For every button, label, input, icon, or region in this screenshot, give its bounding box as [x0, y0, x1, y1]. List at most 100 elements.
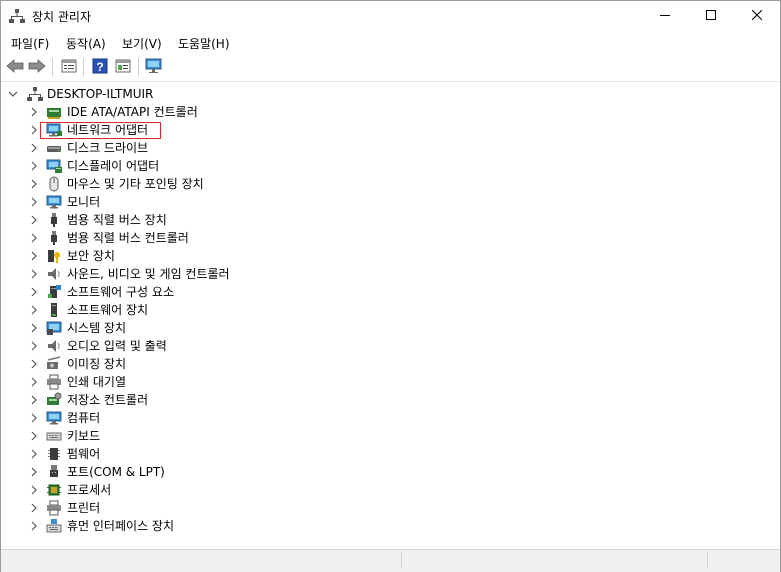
- tree-root-row[interactable]: DESKTOP-ILTMUIR: [1, 85, 780, 103]
- maximize-icon: [706, 9, 716, 23]
- display-adapter-icon: [46, 158, 62, 174]
- tree-item[interactable]: 시스템 장치: [1, 319, 780, 337]
- tree-item[interactable]: 마우스 및 기타 포인팅 장치: [1, 175, 780, 193]
- tree-item[interactable]: 보안 장치: [1, 247, 780, 265]
- chevron-right-icon[interactable]: [29, 319, 39, 337]
- tree-item[interactable]: 디스플레이 어댑터: [1, 157, 780, 175]
- chevron-right-icon[interactable]: [29, 517, 39, 535]
- tree-item[interactable]: 프로세서: [1, 481, 780, 499]
- mouse-icon: [46, 176, 62, 192]
- tree-item[interactable]: 휴먼 인터페이스 장치: [1, 517, 780, 535]
- tree-item-label: 보안 장치: [67, 249, 115, 263]
- menu-bar: 파일(F) 동작(A) 보기(V) 도움말(H): [1, 31, 780, 53]
- chevron-right-icon[interactable]: [29, 229, 39, 247]
- software-component-icon: [46, 284, 62, 300]
- tree-item[interactable]: IDE ATA/ATAPI 컨트롤러: [1, 103, 780, 121]
- chevron-right-icon[interactable]: [29, 445, 39, 463]
- minimize-icon: [660, 9, 670, 23]
- tree-item[interactable]: 포트(COM & LPT): [1, 463, 780, 481]
- chevron-right-icon[interactable]: [29, 211, 39, 229]
- chevron-right-icon[interactable]: [29, 283, 39, 301]
- chevron-right-icon[interactable]: [29, 175, 39, 193]
- chevron-right-icon[interactable]: [29, 427, 39, 445]
- tree-item[interactable]: 소프트웨어 장치: [1, 301, 780, 319]
- chevron-right-icon[interactable]: [29, 373, 39, 391]
- scan-hardware-button[interactable]: [144, 57, 164, 77]
- chevron-right-icon[interactable]: [29, 409, 39, 427]
- tree-item[interactable]: 오디오 입력 및 출력: [1, 337, 780, 355]
- toolbar-separator: [52, 58, 53, 76]
- tree-item-label: 디스플레이 어댑터: [67, 159, 160, 173]
- tree-item-label: 인쇄 대기열: [67, 375, 127, 389]
- tree-item[interactable]: 펌웨어: [1, 445, 780, 463]
- maximize-button[interactable]: [688, 1, 734, 31]
- chevron-right-icon[interactable]: [29, 481, 39, 499]
- view-panel-icon: [115, 58, 131, 77]
- chevron-right-icon[interactable]: [29, 193, 39, 211]
- chevron-right-icon[interactable]: [29, 301, 39, 319]
- tree-item[interactable]: 인쇄 대기열: [1, 373, 780, 391]
- tree-item[interactable]: 컴퓨터: [1, 409, 780, 427]
- menu-action[interactable]: 동작(A): [66, 35, 106, 52]
- status-segment: [401, 552, 402, 569]
- device-manager-app-icon: [9, 8, 25, 24]
- menu-help[interactable]: 도움말(H): [178, 35, 230, 52]
- window-title: 장치 관리자: [32, 10, 92, 24]
- printer-icon: [46, 374, 62, 390]
- tree-item-label: 소프트웨어 구성 요소: [67, 285, 174, 299]
- tree-item-label: 소프트웨어 장치: [67, 303, 149, 317]
- chevron-right-icon[interactable]: [29, 391, 39, 409]
- tree-item[interactable]: 범용 직렬 버스 컨트롤러: [1, 229, 780, 247]
- chevron-right-icon[interactable]: [29, 463, 39, 481]
- tree-item-label: 펌웨어: [67, 447, 101, 461]
- toolbar-separator: [83, 58, 84, 76]
- tree-item[interactable]: 저장소 컨트롤러: [1, 391, 780, 409]
- network-adapter-icon: [46, 122, 62, 138]
- chevron-right-icon[interactable]: [29, 103, 39, 121]
- device-tree[interactable]: DESKTOP-ILTMUIR IDE ATA/ATAPI 컨트롤러네트워크 어…: [1, 82, 780, 548]
- tree-item[interactable]: 사운드, 비디오 및 게임 컨트롤러: [1, 265, 780, 283]
- tree-item[interactable]: 소프트웨어 구성 요소: [1, 283, 780, 301]
- chevron-right-icon[interactable]: [29, 139, 39, 157]
- chevron-right-icon[interactable]: [29, 499, 39, 517]
- computer-tree-icon: [27, 86, 43, 102]
- tree-item[interactable]: 프린터: [1, 499, 780, 517]
- monitor-scan-icon: [145, 58, 163, 77]
- svg-text:?: ?: [96, 60, 103, 74]
- chevron-right-icon[interactable]: [29, 247, 39, 265]
- tree-item-label: 저장소 컨트롤러: [67, 393, 149, 407]
- chevron-down-icon[interactable]: [8, 85, 18, 103]
- tree-item[interactable]: 이미징 장치: [1, 355, 780, 373]
- back-button[interactable]: [5, 57, 25, 77]
- usb-icon: [46, 230, 62, 246]
- view-button[interactable]: [113, 57, 133, 77]
- tree-item[interactable]: 디스크 드라이브: [1, 139, 780, 157]
- chevron-right-icon[interactable]: [29, 355, 39, 373]
- menu-view[interactable]: 보기(V): [122, 35, 162, 52]
- menu-file[interactable]: 파일(F): [11, 35, 49, 52]
- tree-item[interactable]: 네트워크 어댑터: [1, 121, 780, 139]
- chevron-right-icon[interactable]: [29, 337, 39, 355]
- tree-item[interactable]: 모니터: [1, 193, 780, 211]
- help-button[interactable]: ?: [90, 57, 110, 77]
- ide-controller-icon: [46, 104, 62, 120]
- chevron-right-icon[interactable]: [29, 265, 39, 283]
- close-button[interactable]: [734, 1, 780, 31]
- security-key-icon: [46, 248, 62, 264]
- close-icon: [751, 9, 763, 23]
- minimize-button[interactable]: [642, 1, 688, 31]
- tree-item[interactable]: 범용 직렬 버스 장치: [1, 211, 780, 229]
- title-bar[interactable]: 장치 관리자: [1, 1, 780, 31]
- help-icon: ?: [92, 58, 108, 77]
- tree-item-label: 시스템 장치: [67, 321, 127, 335]
- properties-button[interactable]: [59, 57, 79, 77]
- disk-drive-icon: [46, 140, 62, 156]
- tree-item[interactable]: 키보드: [1, 427, 780, 445]
- forward-button[interactable]: [27, 57, 47, 77]
- device-manager-window: 장치 관리자 파일(F) 동작(A) 보기(V) 도움말(H) ? DESKTO…: [0, 0, 781, 572]
- tree-item-label: IDE ATA/ATAPI 컨트롤러: [67, 105, 198, 119]
- chevron-right-icon[interactable]: [29, 157, 39, 175]
- tree-item-label: 프린터: [67, 501, 101, 515]
- system-device-icon: [46, 320, 62, 336]
- chevron-right-icon[interactable]: [29, 121, 39, 139]
